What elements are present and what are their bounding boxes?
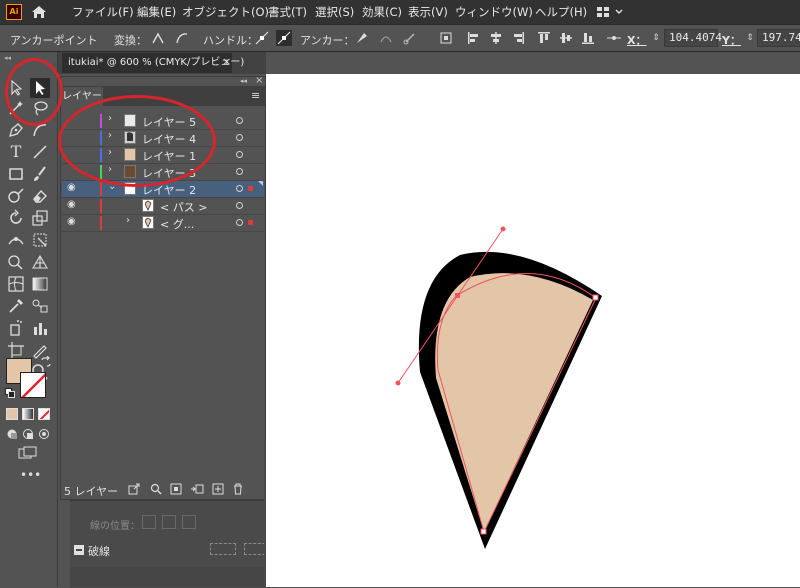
- artwork-canvas[interactable]: [0, 0, 800, 587]
- annotation-circle-layers: [58, 95, 216, 187]
- shape-fill: [435, 273, 593, 532]
- direction-handle-point: [395, 380, 401, 386]
- anchor-point: [592, 294, 599, 301]
- anchor-point-selected: [455, 293, 460, 298]
- anchor-point: [480, 528, 487, 535]
- direction-handle-point: [500, 226, 506, 232]
- annotation-circle-tools: [5, 58, 63, 126]
